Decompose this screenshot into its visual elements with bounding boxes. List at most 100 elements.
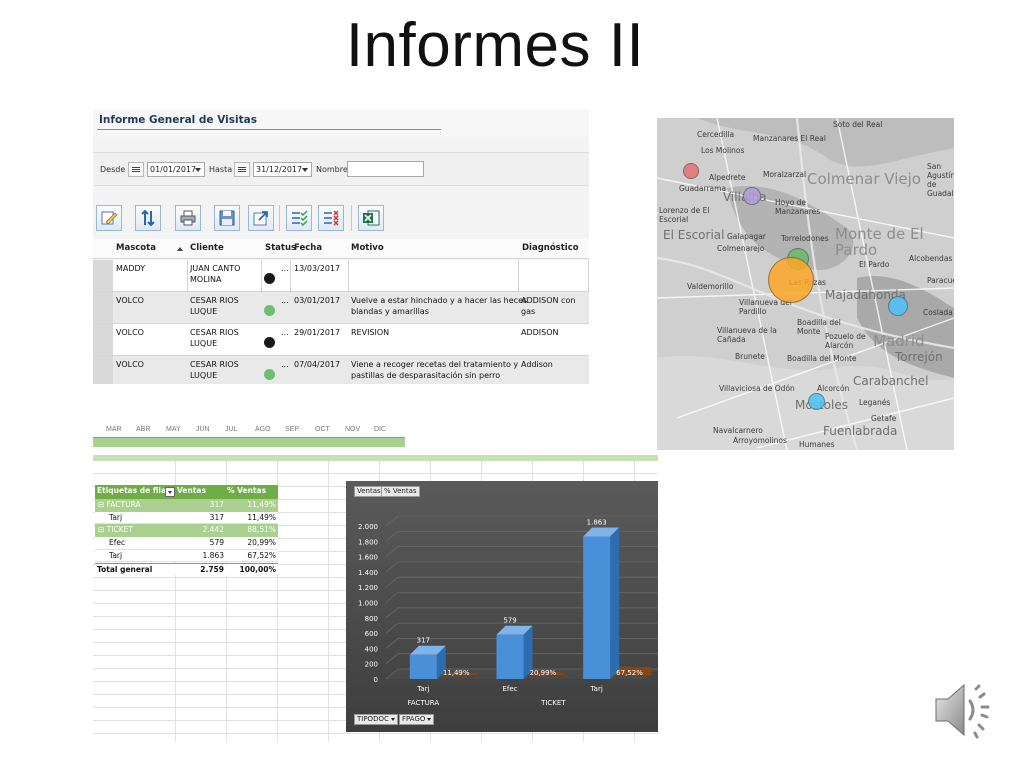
y-tick-label: 600	[365, 630, 378, 638]
export-button[interactable]	[248, 205, 274, 231]
month-label[interactable]: NOV	[345, 426, 360, 433]
status-ellipsis[interactable]: ...	[281, 295, 289, 306]
cell-bg	[519, 260, 589, 291]
cell-diagnosis: Addison	[521, 360, 553, 369]
month-label[interactable]: MAR	[106, 426, 122, 433]
sort-button[interactable]	[135, 205, 161, 231]
audio-speaker-button[interactable]	[932, 677, 998, 743]
save-button[interactable]	[214, 205, 240, 231]
map-place-label: Torrejón	[895, 350, 943, 364]
select-all-button[interactable]	[286, 205, 312, 231]
pivot-row[interactable]: Total general 2.759 100,00%	[95, 562, 278, 576]
status-dot	[264, 273, 275, 284]
col-header-diagnosis[interactable]: Diagnóstico	[522, 243, 579, 253]
row-selector[interactable]	[93, 324, 113, 355]
row-selector[interactable]	[93, 292, 113, 323]
report-title: Informe General de Visitas	[99, 114, 257, 126]
table-row[interactable]: MADDY JUAN CANTO MOLINA ... 13/03/2017	[93, 260, 589, 292]
month-label[interactable]: OCT	[315, 426, 330, 433]
chart-field-button-ventas[interactable]: Ventas	[354, 486, 384, 497]
month-label[interactable]: AGO	[255, 426, 271, 433]
row-selector[interactable]	[93, 260, 113, 291]
timeline-bar[interactable]	[93, 437, 405, 447]
from-date-field[interactable]: 01/01/2017	[147, 162, 205, 177]
map-place-label: Alcobendas	[909, 254, 953, 263]
map-place-label: Madrid	[873, 332, 925, 350]
status-ellipsis[interactable]: ...	[281, 327, 289, 338]
map-place-label: Carabanchel	[853, 374, 929, 388]
month-label[interactable]: ABR	[136, 426, 150, 433]
chip-label: TIPODOC	[357, 715, 389, 723]
month-label[interactable]: DIC	[374, 426, 386, 433]
row-selector[interactable]	[93, 356, 113, 384]
gridline	[385, 638, 399, 649]
filter-dropdown-icon[interactable]	[165, 487, 175, 497]
sort-ascending-icon	[177, 247, 183, 251]
deselect-all-button[interactable]	[318, 205, 344, 231]
table-row[interactable]: VOLCO CESAR RIOS LUQUE ... 03/01/2017 Vu…	[93, 292, 589, 324]
table-row[interactable]: VOLCO CESAR RIOS LUQUE ... 29/01/2017 RE…	[93, 324, 589, 356]
map-marker[interactable]	[888, 296, 908, 316]
to-label: Hasta	[209, 165, 233, 174]
bar-side	[610, 527, 620, 679]
data-label: 317	[417, 637, 430, 645]
excel-export-button[interactable]	[358, 205, 384, 231]
name-input[interactable]	[347, 161, 424, 177]
month-label[interactable]: JUN	[196, 426, 210, 433]
pivot-row[interactable]: ⊟ TICKET 2.442 88,51%	[95, 524, 278, 538]
month-label[interactable]: SEP	[285, 426, 299, 433]
y-tick-label: 0	[374, 676, 378, 684]
status-dot	[264, 337, 275, 348]
chart-field-button-pct-ventas[interactable]: % Ventas	[381, 486, 420, 497]
pivot-row[interactable]: Tarj 1.863 67,52%	[95, 549, 278, 563]
chip-label: % Ventas	[384, 487, 417, 495]
map-marker[interactable]	[808, 393, 825, 410]
clients-map[interactable]: Soto del Real Cercedilla Manzanares El R…	[657, 118, 954, 450]
sales-chart[interactable]: Ventas % Ventas 0 200 400 600 800 1.000 1.200 1…	[346, 481, 658, 732]
col-header-client[interactable]: Cliente	[190, 243, 224, 253]
chart-filter-tipodoc[interactable]: TIPODOC	[354, 714, 398, 725]
y-tick-label: 2.000	[358, 523, 378, 531]
month-timeline[interactable]: MAR ABR MAY JUN JUL AGO SEP OCT NOV DIC	[93, 420, 405, 448]
month-label[interactable]: JUL	[225, 426, 237, 433]
pivot-header: Etiquetas de fila Ventas % Ventas	[95, 485, 278, 499]
chart-plot: 0 200 400 600 800 1.000 1.200 1.400 1.600 1.800 2.…	[358, 515, 658, 707]
map-marker[interactable]	[743, 187, 761, 205]
pivot-row[interactable]: ⊟ FACTURA 317 11,49%	[95, 499, 278, 512]
export-icon	[253, 211, 268, 226]
y-tick-label: 800	[365, 615, 378, 623]
map-marker[interactable]	[768, 257, 814, 303]
status-ellipsis[interactable]: ...	[281, 359, 289, 370]
map-place-label: Coslada	[923, 308, 953, 317]
map-marker[interactable]	[683, 163, 699, 179]
chart-filter-fpago[interactable]: FPAGO	[399, 714, 435, 725]
chevron-down-icon	[427, 717, 432, 721]
status-ellipsis[interactable]: ...	[281, 263, 289, 274]
chevron-down-icon	[302, 168, 308, 172]
edit-button[interactable]	[96, 205, 122, 231]
data-label: 11,49%	[443, 669, 470, 677]
map-place-label: Navalcarnero	[713, 426, 763, 435]
col-header-status[interactable]: Status	[265, 243, 296, 253]
month-label[interactable]: MAY	[166, 426, 181, 433]
col-header-date[interactable]: Fecha	[294, 243, 322, 253]
gridline	[385, 515, 399, 527]
print-button[interactable]	[175, 205, 201, 231]
gridline	[93, 473, 658, 474]
chip-label: FPAGO	[402, 715, 426, 723]
map-place-label: Manzanares El Real	[753, 134, 826, 143]
col-header-pet[interactable]: Mascota	[116, 243, 156, 253]
pivot-row[interactable]: Efec 579 20,99%	[95, 537, 278, 550]
slide-title: Informes II	[345, 11, 645, 80]
to-date-field[interactable]: 31/12/2017	[253, 162, 312, 177]
name-label: Nombre	[316, 165, 348, 174]
col-header-reason[interactable]: Motivo	[351, 243, 384, 253]
map-place-label: Colmenar Viejo	[807, 170, 921, 188]
calendar-menu-icon[interactable]	[128, 162, 144, 177]
cell-date: 29/01/2017	[294, 328, 341, 337]
table-row[interactable]: VOLCO CESAR RIOS LUQUE ... 07/04/2017 Vi…	[93, 356, 589, 384]
pivot-row[interactable]: Tarj 317 11,49%	[95, 511, 278, 525]
pivot-cell-pct: 67,52%	[247, 550, 276, 560]
calendar-menu-icon[interactable]	[234, 162, 250, 177]
data-label: 67,52%	[616, 669, 643, 677]
